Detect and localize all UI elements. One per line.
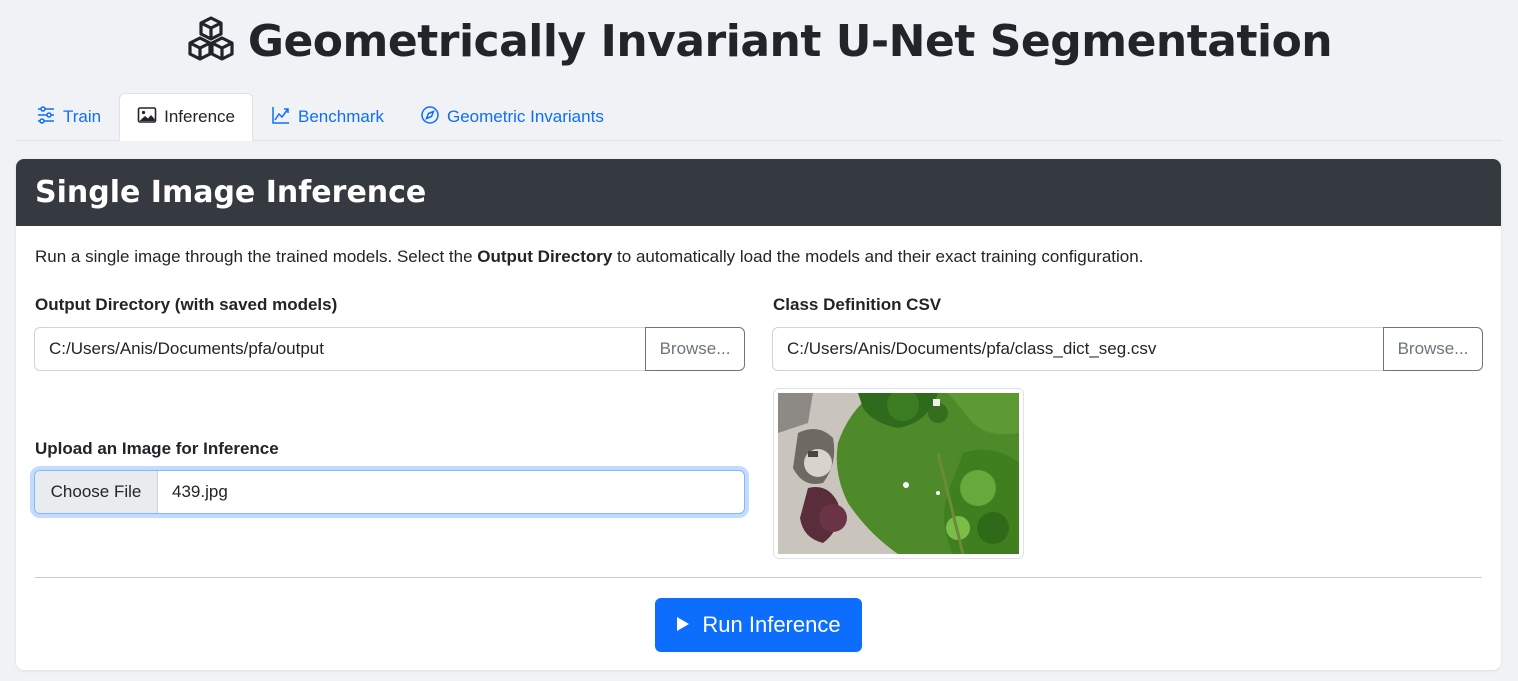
output-dir-field[interactable]: C:/Users/Anis/Documents/pfa/output: [34, 327, 645, 371]
tab-label: Benchmark: [298, 107, 384, 126]
page-title: Geometrically Invariant U-Net Segmentati…: [247, 15, 1333, 67]
choose-file-button[interactable]: Choose File: [35, 471, 158, 513]
description-text: Run a single image through the trained m…: [35, 247, 478, 266]
upload-label: Upload an Image for Inference: [35, 439, 279, 458]
class-csv-label: Class Definition CSV: [773, 295, 942, 314]
boxes-icon: [186, 14, 236, 69]
tab-bar: Train Inference Benchmark Geometric Inva…: [16, 93, 1502, 141]
tab-label: Inference: [164, 107, 235, 126]
output-dir-browse-button[interactable]: Browse...: [645, 327, 745, 371]
image-icon: [137, 105, 157, 130]
aerial-garden-thumbnail: [778, 393, 1019, 554]
section-divider: [35, 577, 1482, 578]
description-text-end: to automatically load the models and the…: [612, 247, 1144, 266]
graph-up-icon: [271, 105, 291, 130]
card-header: Single Image Inference: [16, 159, 1501, 226]
card-title: Single Image Inference: [35, 175, 427, 210]
play-icon: [676, 612, 690, 638]
tab-inference[interactable]: Inference: [119, 93, 253, 141]
class-csv-browse-button[interactable]: Browse...: [1383, 327, 1483, 371]
class-csv-group: C:/Users/Anis/Documents/pfa/class_dict_s…: [772, 327, 1483, 371]
description-bold: Output Directory: [477, 247, 613, 266]
tab-geometric-invariants[interactable]: Geometric Invariants: [402, 93, 622, 141]
compass-icon: [420, 105, 440, 130]
tab-label: Train: [63, 107, 102, 126]
output-dir-label: Output Directory (with saved models): [35, 295, 338, 314]
class-csv-field[interactable]: C:/Users/Anis/Documents/pfa/class_dict_s…: [772, 327, 1383, 371]
tab-label: Geometric Invariants: [446, 107, 604, 126]
sliders-icon: [36, 105, 56, 130]
run-inference-label: Run Inference: [702, 612, 841, 637]
card-description: Run a single image through the trained m…: [35, 247, 1143, 267]
app-title-bar: Geometrically Invariant U-Net Segmentati…: [0, 8, 1518, 74]
inference-card: Single Image Inference Run a single imag…: [16, 159, 1501, 670]
tab-benchmark[interactable]: Benchmark: [253, 93, 402, 141]
image-file-input[interactable]: Choose File 439.jpg: [34, 470, 745, 514]
tab-train[interactable]: Train: [18, 93, 119, 141]
run-inference-button[interactable]: Run Inference: [655, 598, 862, 652]
output-dir-group: C:/Users/Anis/Documents/pfa/output Brows…: [34, 327, 745, 371]
image-preview: [773, 388, 1024, 559]
selected-file-name: 439.jpg: [172, 482, 228, 501]
